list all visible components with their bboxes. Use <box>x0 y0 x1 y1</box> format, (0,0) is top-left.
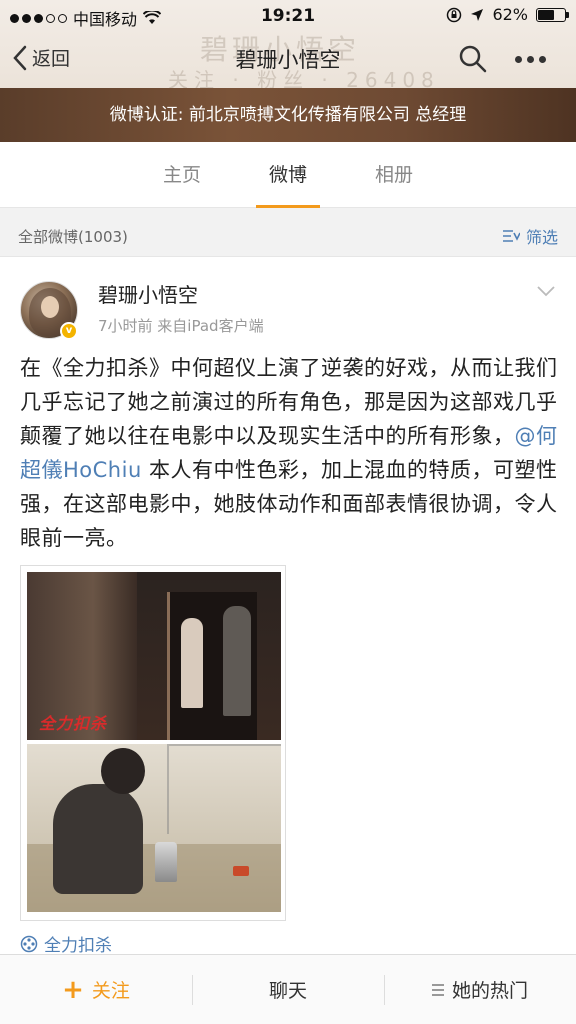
status-bar: 中国移动 19:21 62% <box>0 0 576 32</box>
movie-logo: 全力扣杀 <box>39 714 108 733</box>
tab-weibo[interactable]: 微博 <box>238 142 338 208</box>
post-count: 全部微博(1003) <box>18 228 128 246</box>
post-text-part: 在《全力扣杀》中何超仪上演了逆袭的好戏，从而让我们几乎忘记了她之前演过的所有角色… <box>20 356 558 448</box>
weibo-post-card: v 碧珊小悟空 7小时前 来自iPad客户端 在《全力扣杀》中何超仪上演了逆袭的… <box>0 256 576 956</box>
post-meta: 7小时前 来自iPad客户端 <box>98 317 264 335</box>
battery-percent: 62% <box>492 5 528 24</box>
hot-posts-button[interactable]: 她的热门 <box>384 955 576 1024</box>
search-icon <box>459 45 487 73</box>
back-label: 返回 <box>32 48 71 70</box>
rotation-lock-icon <box>447 7 462 22</box>
chevron-left-icon <box>13 45 27 70</box>
tab-album[interactable]: 相册 <box>344 142 444 208</box>
filter-label: 筛选 <box>525 228 558 247</box>
search-button[interactable] <box>458 44 488 74</box>
more-dot-icon <box>515 55 522 63</box>
verification-banner: 微博认证: 前北京喷搏文化传播有限公司 总经理 <box>0 88 576 142</box>
more-dot-icon <box>527 55 534 63</box>
follow-label: 关注 <box>91 980 130 1002</box>
verified-badge-icon: v <box>60 322 78 340</box>
bottom-action-bar: + 关注 聊天 她的热门 <box>0 954 576 1024</box>
movie-still-bottom <box>27 744 281 912</box>
filter-icon <box>502 230 520 242</box>
more-dot-icon <box>539 55 546 63</box>
status-right: 62% <box>446 5 569 24</box>
post-options-button[interactable] <box>536 283 556 297</box>
post-text: 在《全力扣杀》中何超仪上演了逆袭的好戏，从而让我们几乎忘记了她之前演过的所有角色… <box>20 351 560 555</box>
back-button[interactable]: 返回 <box>12 44 70 71</box>
battery-icon <box>536 7 569 22</box>
more-button[interactable] <box>515 46 555 72</box>
topic-link[interactable]: 全力扣杀 <box>20 931 112 956</box>
navigation-bar: 返回 碧珊小悟空 <box>0 34 576 86</box>
post-image[interactable]: 全力扣杀 <box>20 565 286 921</box>
tab-home[interactable]: 主页 <box>132 142 232 208</box>
page-title: 碧珊小悟空 <box>235 48 341 72</box>
film-reel-icon <box>20 935 38 952</box>
hot-label: 她的热门 <box>451 980 528 1002</box>
movie-still-top: 全力扣杀 <box>27 572 281 740</box>
filter-row: 全部微博(1003) 筛选 <box>0 216 576 256</box>
plus-icon: + <box>62 974 84 1005</box>
post-author[interactable]: 碧珊小悟空 <box>98 279 198 308</box>
menu-icon <box>431 983 444 996</box>
location-icon <box>471 8 484 21</box>
chat-label: 聊天 <box>268 980 307 1002</box>
profile-tabs: 主页 微博 相册 <box>0 142 576 208</box>
topic-label: 全力扣杀 <box>44 936 112 956</box>
chevron-down-icon <box>537 286 555 297</box>
follow-button[interactable]: + 关注 <box>0 955 192 1024</box>
filter-button[interactable]: 筛选 <box>502 224 558 248</box>
profile-header: 碧珊小悟空 关注 · 粉丝 · 26408 中国移动 19:21 62% 返回 … <box>0 0 576 142</box>
chat-button[interactable]: 聊天 <box>192 955 384 1024</box>
